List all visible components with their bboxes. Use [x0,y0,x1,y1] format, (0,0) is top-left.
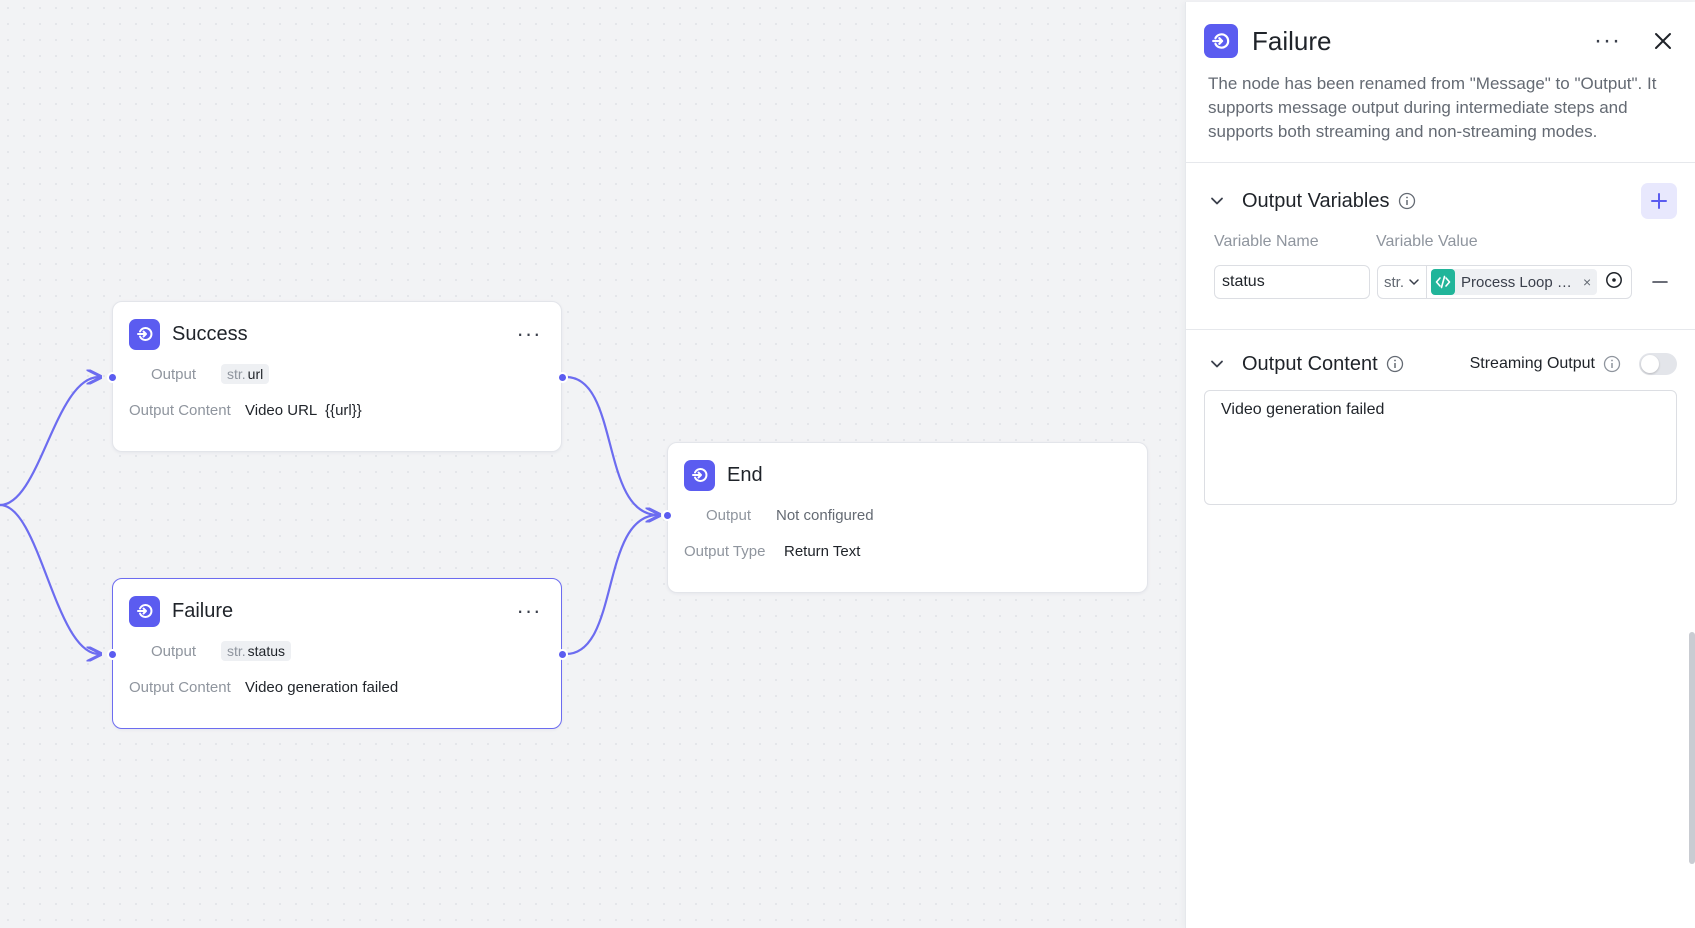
failure-input-port[interactable] [107,649,118,660]
variable-reference-tag[interactable]: Process Loop Re... × [1431,269,1598,295]
divider [1186,329,1695,330]
variable-picker-icon[interactable] [1605,271,1623,293]
output-variable-chip: str. url [221,364,270,384]
add-variable-button[interactable] [1641,183,1677,219]
output-content-value: Video generation failed [245,678,399,696]
node-title: Failure [172,599,234,622]
output-node-icon [129,595,160,627]
output-label: Output [706,506,752,524]
edge-success-to-end [565,375,658,515]
divider [1186,162,1695,163]
more-icon[interactable]: ··· [513,323,545,345]
output-variables-header: Output Variables [1208,183,1677,219]
output-node-icon [684,459,715,491]
chevron-down-icon [1409,279,1419,286]
end-input-port[interactable] [662,510,673,521]
edge-start-to-failure [0,503,99,654]
output-node-icon [129,318,160,350]
remove-variable-button[interactable] [1650,272,1670,292]
variable-table-header: Variable Name Variable Value [1214,233,1673,251]
node-title: End [727,463,763,486]
failure-output-port[interactable] [557,649,568,660]
node-success[interactable]: Success ··· Output str. url Output Conten… [112,301,562,452]
node-end[interactable]: End Output Not configured Output Type Re… [667,442,1148,593]
close-icon[interactable] [1649,27,1677,55]
output-content-header: Output Content Streaming Output [1208,346,1677,382]
output-type-value: Return Text [784,542,861,560]
output-label: Output [151,365,197,383]
node-title: Success [172,322,248,345]
success-input-port[interactable] [107,372,118,383]
variable-value-field[interactable]: str. Process Loop Re... × [1377,265,1632,299]
output-content-editor[interactable]: Video generation failed [1204,390,1677,505]
chevron-down-icon[interactable] [1208,355,1226,373]
node-failure[interactable]: Failure ··· Output str. status Output Con… [112,578,562,729]
success-output-port[interactable] [557,372,568,383]
type-select[interactable]: str. [1378,266,1428,298]
streaming-output-toggle[interactable] [1639,353,1677,375]
code-icon [1431,269,1456,295]
panel-description: The node has been renamed from "Message"… [1208,74,1657,141]
more-icon[interactable]: ··· [513,600,545,622]
output-type-label: Output Type [684,542,766,560]
node-settings-panel: Failure ··· The node has been renamed fr… [1185,2,1695,928]
variable-row: status str. Process Loop Re... × [1214,265,1677,299]
info-icon[interactable] [1603,355,1621,373]
section-title: Output Variables [1242,189,1390,212]
output-content-label: Output Content [129,678,231,696]
column-variable-value: Variable Value [1376,233,1478,250]
output-node-icon [1204,24,1238,58]
info-icon[interactable] [1398,192,1416,210]
column-variable-name: Variable Name [1214,233,1319,250]
edge-failure-to-end [565,515,658,656]
edge-start-to-success [0,377,99,507]
output-value: Not configured [776,506,874,524]
scrollbar[interactable] [1689,632,1695,864]
output-variable-chip: str. status [221,641,292,661]
output-label: Output [151,642,197,660]
more-icon[interactable]: ··· [1594,27,1621,55]
variable-name-input[interactable]: status [1214,265,1370,299]
reference-label: Process Loop Re... [1461,273,1580,291]
streaming-output-label: Streaming Output [1469,355,1595,372]
panel-title[interactable]: Failure [1252,26,1331,57]
chevron-down-icon[interactable] [1208,192,1226,210]
info-icon[interactable] [1386,355,1404,373]
remove-reference-icon[interactable]: × [1583,274,1591,290]
section-title: Output Content [1242,352,1378,375]
output-content-label: Output Content [129,401,231,419]
output-content-value: Video URL {{url}} [245,401,362,419]
workflow-canvas[interactable]: Success ··· Output str. url Output Conten… [0,0,1185,928]
